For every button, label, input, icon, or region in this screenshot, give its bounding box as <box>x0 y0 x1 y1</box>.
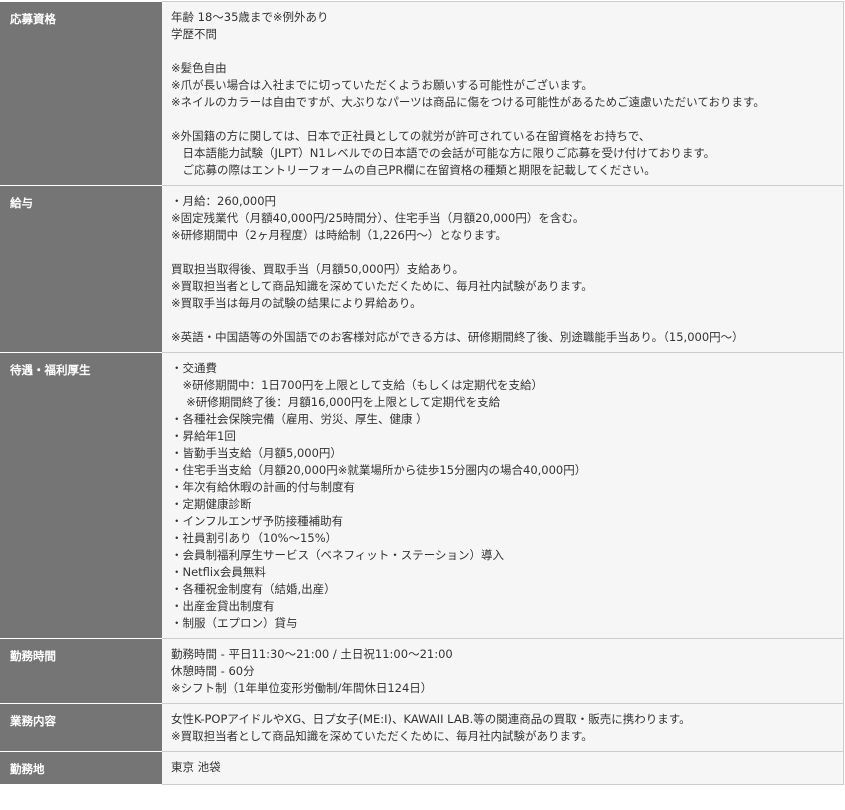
content-line: ※買取担当者として商品知識を深めていただくために、毎月社内試験があります。 <box>171 279 593 293</box>
content-line: ※研修期間中：1日700円を上限として支給（もしくは定期代を支給） <box>171 378 544 392</box>
content-line: ・昇給年1回 <box>171 429 236 443</box>
content-line: ・インフルエンザ予防接種補助有 <box>171 514 344 528</box>
row-content: 勤務時間 - 平日11:30～21:00 / 土日祝11:00～21:00 休憩… <box>162 638 844 704</box>
content-line: ・年次有給休暇の計画的付与制度有 <box>171 480 355 494</box>
content-line: ※髪色自由 <box>171 61 227 75</box>
content-line: 日本語能力試験（JLPT）N1レベルでの日本語での会話が可能な方に限りご応募を受… <box>171 146 716 160</box>
content-line: ※買取手当は毎月の試験の結果により昇給あり。 <box>171 296 422 310</box>
content-line: 年齢 18～35歳まで※例外あり <box>171 10 329 24</box>
row-label: 待遇・福利厚生 <box>0 352 162 639</box>
content-line: 学歴不問 <box>171 27 217 41</box>
content-line: ※研修期間中（2ヶ月程度）は時給制（1,226円～）となります。 <box>171 228 507 242</box>
row-label: 勤務時間 <box>0 638 162 704</box>
content-line: ※買取担当者として商品知識を深めていただくために、毎月社内試験があります。 <box>171 729 593 743</box>
row-content: 東京 池袋 <box>162 751 844 785</box>
row-content: ・交通費 ※研修期間中：1日700円を上限として支給（もしくは定期代を支給） ※… <box>162 352 844 639</box>
content-line: ※ネイルのカラーは自由ですが、大ぶりなパーツは商品に傷をつける可能性があるためご… <box>171 95 765 109</box>
content-line: ・皆勤手当支給（月額5,000円） <box>171 446 342 460</box>
content-blank-line <box>171 111 835 128</box>
content-line: ※英語・中国語等の外国語でのお客様対応ができる方は、研修期間終了後、別途職能手当… <box>171 330 744 344</box>
row-qualifications: 応募資格 年齢 18～35歳まで※例外あり 学歴不問 ※髪色自由 ※爪が長い場合… <box>0 1 844 186</box>
row-content: 年齢 18～35歳まで※例外あり 学歴不問 ※髪色自由 ※爪が長い場合は入社まで… <box>162 1 844 186</box>
row-content: ・月給：260,000円 ※固定残業代（月額40,000円/25時間分）、住宅手… <box>162 185 844 353</box>
content-line: ※研修期間終了後：月額16,000円を上限として定期代を支給 <box>171 395 501 409</box>
content-line: 女性K-POPアイドルやXG、日プ女子(ME:I)、KAWAII LAB.等の関… <box>171 712 691 726</box>
content-line: ・出産金貸出制度有 <box>171 599 275 613</box>
content-line: ※外国籍の方に関しては、日本で正社員としての就労が許可されている在留資格をお持ち… <box>171 129 651 143</box>
content-line: ※爪が長い場合は入社までに切っていただくようお願いする可能性がございます。 <box>171 78 593 92</box>
row-working-hours: 勤務時間 勤務時間 - 平日11:30～21:00 / 土日祝11:00～21:… <box>0 638 844 704</box>
content-line: ・制服（エプロン）貸与 <box>171 616 298 630</box>
content-line: ・Netflix会員無料 <box>171 565 266 579</box>
row-job-description: 業務内容 女性K-POPアイドルやXG、日プ女子(ME:I)、KAWAII LA… <box>0 703 844 752</box>
content-line: ・社員割引あり（10%～15%） <box>171 531 338 545</box>
content-line: ・各種祝金制度有（結婚,出産） <box>171 582 336 596</box>
content-line: ・住宅手当支給（月額20,000円※就業場所から徒歩15分圏内の場合40,000… <box>171 463 587 477</box>
content-blank-line <box>171 43 835 60</box>
row-content: 女性K-POPアイドルやXG、日プ女子(ME:I)、KAWAII LAB.等の関… <box>162 703 844 752</box>
row-benefits: 待遇・福利厚生 ・交通費 ※研修期間中：1日700円を上限として支給（もしくは定… <box>0 352 844 639</box>
content-line: 東京 池袋 <box>171 760 221 774</box>
content-line: 買取担当取得後、買取手当（月額50,000円）支給あり。 <box>171 262 465 276</box>
content-line: ※シフト制（1年単位変形労働制/年間休日124日） <box>171 681 433 695</box>
content-line: ・会員制福利厚生サービス（ベネフィット・ステーション）導入 <box>171 548 505 562</box>
content-blank-line <box>171 244 835 261</box>
row-label: 応募資格 <box>0 1 162 186</box>
content-line: ・定期健康診断 <box>171 497 252 511</box>
job-info-table: 応募資格 年齢 18～35歳まで※例外あり 学歴不問 ※髪色自由 ※爪が長い場合… <box>0 1 844 785</box>
content-line: 休憩時間 - 60分 <box>171 664 255 678</box>
row-label: 業務内容 <box>0 703 162 752</box>
row-salary: 給与 ・月給：260,000円 ※固定残業代（月額40,000円/25時間分）、… <box>0 185 844 353</box>
content-line: ※固定残業代（月額40,000円/25時間分）、住宅手当（月額20,000円）を… <box>171 211 585 225</box>
content-line: ・交通費 <box>171 361 217 375</box>
row-label: 勤務地 <box>0 751 162 785</box>
content-line: ・各種社会保険完備（雇用、労災、厚生、健康 ） <box>171 412 428 426</box>
content-line: ・月給：260,000円 <box>171 194 277 208</box>
content-blank-line <box>171 312 835 329</box>
row-work-location: 勤務地 東京 池袋 <box>0 751 844 785</box>
content-line: 勤務時間 - 平日11:30～21:00 / 土日祝11:00～21:00 <box>171 647 453 661</box>
job-info-table-body: 応募資格 年齢 18～35歳まで※例外あり 学歴不問 ※髪色自由 ※爪が長い場合… <box>0 1 844 785</box>
row-label: 給与 <box>0 185 162 353</box>
content-line: ご応募の際はエントリーフォームの自己PR欄に在留資格の種類と期限を記載してくださ… <box>171 163 656 177</box>
